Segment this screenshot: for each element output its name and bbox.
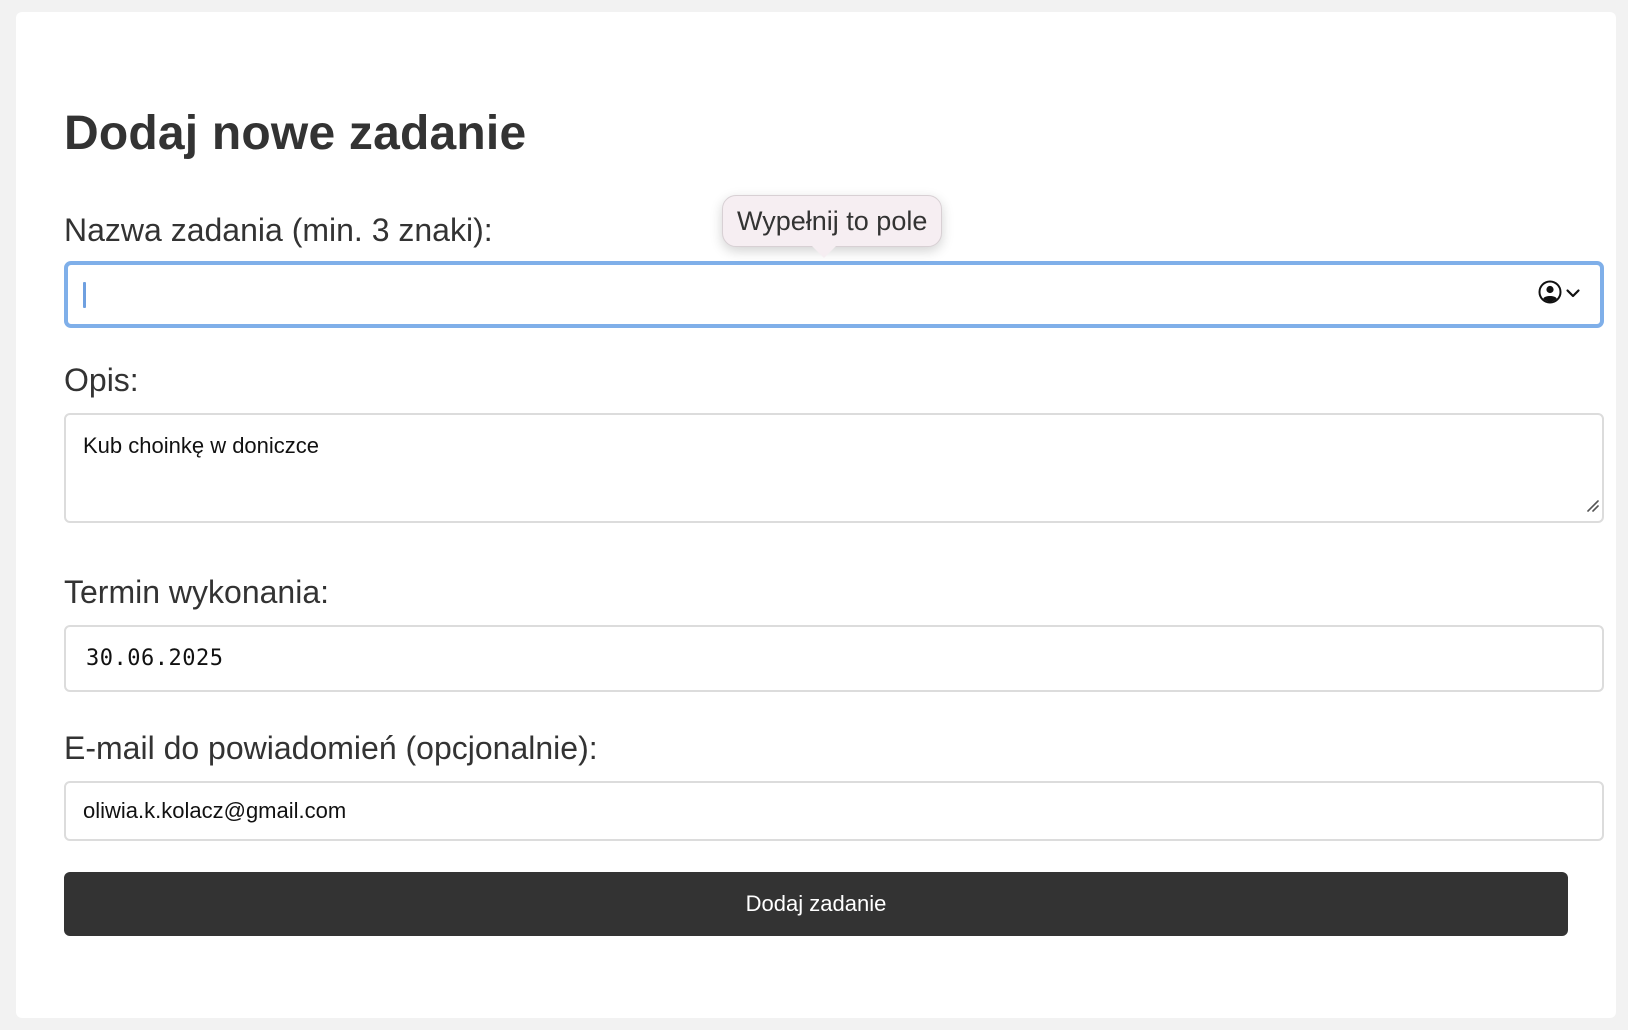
page-title: Dodaj nowe zadanie: [64, 107, 527, 160]
due-date-label: Termin wykonania:: [64, 574, 329, 610]
email-value: oliwia.k.kolacz@gmail.com: [83, 798, 347, 823]
description-label: Opis:: [64, 362, 139, 398]
description-textarea[interactable]: Kub choinkę w doniczce: [64, 413, 1604, 523]
validation-tooltip-text: Wypełnij to pole: [737, 205, 928, 236]
task-name-label: Nazwa zadania (min. 3 znaki):: [64, 212, 493, 248]
email-input[interactable]: oliwia.k.kolacz@gmail.com: [64, 781, 1604, 841]
tooltip-arrow: [812, 246, 836, 258]
chevron-down-icon: [1564, 282, 1582, 308]
due-date-input[interactable]: 30.06.2025: [64, 625, 1604, 692]
text-cursor: [83, 281, 86, 308]
task-name-input[interactable]: [64, 261, 1604, 328]
autofill-button[interactable]: [1538, 280, 1582, 310]
description-value: Kub choinkę w doniczce: [83, 433, 320, 458]
validation-tooltip: Wypełnij to pole: [722, 195, 943, 247]
contact-autofill-icon: [1538, 280, 1562, 310]
due-date-value: 30.06.2025: [86, 646, 224, 671]
email-label: E-mail do powiadomień (opcjonalnie):: [64, 730, 598, 766]
resize-handle-icon[interactable]: [1584, 493, 1600, 519]
add-task-button[interactable]: Dodaj zadanie: [64, 872, 1568, 936]
form-card: Dodaj nowe zadanie Nazwa zadania (min. 3…: [16, 12, 1616, 1018]
